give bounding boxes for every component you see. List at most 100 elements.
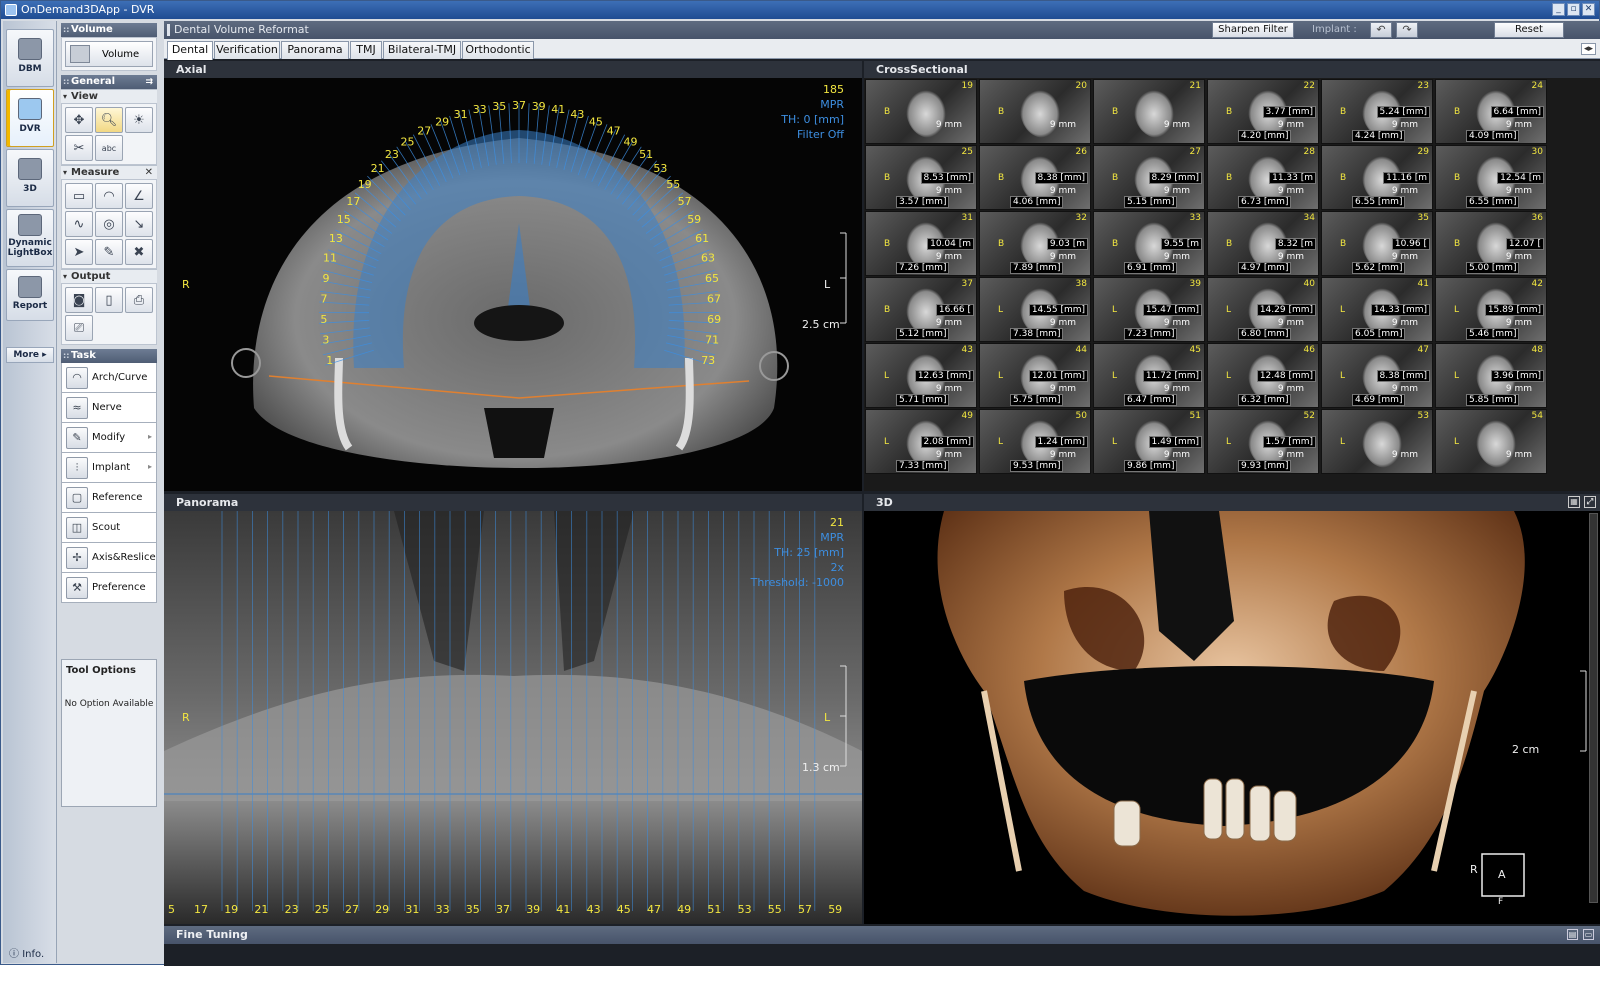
grid-layout-icon[interactable]: ▦ — [1568, 496, 1580, 508]
info-button[interactable]: ⓘ Info. — [9, 945, 44, 960]
panorama-image[interactable]: 5 17 19 21 23 25 27 29 31 33 35 37 39 41 43 45 47 49 51 53 5… — [164, 511, 862, 924]
layout-icon[interactable]: ◂▸ — [1580, 43, 1596, 55]
cross-section-cell[interactable]: 40 L 9 mm 14.29 [mm] 6.80 [mm] — [1207, 277, 1319, 342]
tab-panorama[interactable]: Panorama — [281, 41, 349, 59]
cross-section-cell[interactable]: 22 B 9 mm 3.77 [mm] 4.20 [mm] — [1207, 79, 1319, 144]
profile-icon[interactable]: ∿ — [65, 211, 93, 237]
cross-section-cell[interactable]: 49 L 9 mm 2.08 [mm] 7.33 [mm] — [865, 409, 977, 474]
axial-viewport[interactable]: Axial 1 3 5 7 9 11 13 15 17 19 21 23 25 … — [164, 61, 862, 491]
cross-section-cell[interactable]: 47 L 9 mm 8.38 [mm] 4.69 [mm] — [1321, 343, 1433, 408]
tab-orthodontic[interactable]: Orthodontic — [462, 41, 534, 59]
minimize-button[interactable]: _ — [1552, 3, 1565, 16]
printer-icon[interactable]: ⎚ — [65, 315, 93, 341]
arrow-annotation-icon[interactable]: ↘ — [125, 211, 153, 237]
cross-section-cell[interactable]: 19 B 9 mm — [865, 79, 977, 144]
cross-section-cell[interactable]: 50 L 9 mm 1.24 [mm] 9.53 [mm] — [979, 409, 1091, 474]
text-annotation-icon[interactable]: abc — [95, 135, 123, 161]
undo-button[interactable]: ↶ — [1370, 22, 1392, 38]
redo-button[interactable]: ↷ — [1396, 22, 1418, 38]
cross-section-cell[interactable]: 35 B 9 mm 10.96 [5.62 [mm] — [1321, 211, 1433, 276]
cross-section-cell[interactable]: 52 L 9 mm 1.57 [mm] 9.93 [mm] — [1207, 409, 1319, 474]
curve-ruler-icon[interactable]: ◠ — [95, 183, 123, 209]
cross-section-cell[interactable]: 30 B 9 mm 12.54 [m 6.55 [mm] — [1435, 145, 1547, 210]
ruler-icon[interactable]: ▭ — [65, 183, 93, 209]
cross-section-cell[interactable]: 45 L 9 mm 11.72 [mm] 6.47 [mm] — [1093, 343, 1205, 408]
select-icon[interactable]: ➤ — [65, 239, 93, 265]
task-nerve-button[interactable]: ≈ Nerve — [61, 393, 157, 423]
panorama-viewport[interactable]: Panorama 5 17 19 21 23 25 27 29 31 33 35 37 39 41 43 45… — [164, 494, 862, 924]
rail-dvr-button[interactable]: DVR — [6, 89, 54, 147]
sharpen-filter-button[interactable]: Sharpen Filter — [1212, 22, 1294, 38]
task-axis-reslice-button[interactable]: ✢ Axis&Reslice — [61, 543, 157, 573]
save-preset-icon[interactable]: ▤ — [1567, 929, 1578, 940]
collapse-icon[interactable]: ⇉ — [145, 75, 153, 89]
cross-section-cell[interactable]: 27 B 9 mm 8.29 [mm] 5.15 [mm] — [1093, 145, 1205, 210]
cross-section-cell[interactable]: 53 L 9 mm — [1321, 409, 1433, 474]
three-d-viewport[interactable]: 3D ▦ ⤢ 2 cm R A F — [864, 494, 1600, 924]
cross-section-cell[interactable]: 20 B 9 mm — [979, 79, 1091, 144]
measure-settings-icon[interactable]: ✕ — [145, 166, 153, 179]
task-implant-button[interactable]: ⫶ Implant ▸ — [61, 453, 157, 483]
export-icon[interactable]: ⎙ — [125, 287, 153, 313]
task-scout-button[interactable]: ◫ Scout — [61, 513, 157, 543]
maximize-view-icon[interactable]: ⤢ — [1584, 496, 1596, 508]
task-modify-button[interactable]: ✎ Modify ▸ — [61, 423, 157, 453]
tab-dental[interactable]: Dental — [167, 41, 213, 60]
delete-icon[interactable]: ✖ — [125, 239, 153, 265]
cross-section-cell[interactable]: 46 L 9 mm 12.48 [mm] 6.32 [mm] — [1207, 343, 1319, 408]
cross-section-cell[interactable]: 29 B 9 mm 11.16 [m 6.55 [mm] — [1321, 145, 1433, 210]
scissors-icon[interactable]: ✂ — [65, 135, 93, 161]
cross-section-cell[interactable]: 44 L 9 mm 12.01 [mm] 5.75 [mm] — [979, 343, 1091, 408]
axial-image[interactable]: 1 3 5 7 9 11 13 15 17 19 21 23 25 27 29 31 33 35 37 39 41 43 4… — [164, 78, 862, 491]
cross-section-cell[interactable]: 42 L 9 mm 15.89 [mm] 5.46 [mm] — [1435, 277, 1547, 342]
cross-section-cell[interactable]: 41 L 9 mm 14.33 [mm] 6.05 [mm] — [1321, 277, 1433, 342]
crosssectional-grid[interactable]: 19 B 9 mm 20 B 9 mm 21 B 9 mm 22 B 9 mm 3.77 [mm] 4.2… — [864, 78, 1600, 491]
camera-icon[interactable]: ◙ — [65, 287, 93, 313]
cross-section-cell[interactable]: 33 B 9 mm 9.55 [m 6.91 [mm] — [1093, 211, 1205, 276]
cross-section-cell[interactable]: 43 L 9 mm 12.63 [mm] 5.71 [mm] — [865, 343, 977, 408]
open-preset-icon[interactable]: ▭ — [1583, 929, 1594, 940]
tab-verification[interactable]: Verification — [214, 41, 280, 59]
cross-section-cell[interactable]: 32 B 9 mm 9.03 [m 7.89 [mm] — [979, 211, 1091, 276]
cross-section-cell[interactable]: 36 B 9 mm 12.07 [5.00 [mm] — [1435, 211, 1547, 276]
cross-section-cell[interactable]: 24 B 9 mm 6.64 [mm] 4.09 [mm] — [1435, 79, 1547, 144]
rail-report-button[interactable]: Report — [6, 269, 54, 321]
angle-icon[interactable]: ∠ — [125, 183, 153, 209]
cross-section-cell[interactable]: 34 B 9 mm 8.32 [m 4.97 [mm] — [1207, 211, 1319, 276]
eraser-icon[interactable]: ✎ — [95, 239, 123, 265]
fine-tuning-bar[interactable]: Fine Tuning ▤ ▭ — [164, 926, 1600, 944]
cross-section-cell[interactable]: 21 B 9 mm — [1093, 79, 1205, 144]
brightness-icon[interactable]: ☀ — [125, 107, 153, 133]
roi-icon[interactable]: ◎ — [95, 211, 123, 237]
task-arch-curve-button[interactable]: ◠ Arch/Curve — [61, 363, 157, 393]
pan-icon[interactable]: ✥ — [65, 107, 93, 133]
cross-section-cell[interactable]: 31 B 9 mm 10.04 [m 7.26 [mm] — [865, 211, 977, 276]
cross-section-cell[interactable]: 51 L 9 mm 1.49 [mm] 9.86 [mm] — [1093, 409, 1205, 474]
tab-tmj[interactable]: TMJ — [350, 41, 382, 59]
volume-button[interactable]: Volume — [65, 41, 153, 67]
close-button[interactable]: ✕ — [1582, 3, 1595, 16]
cross-section-cell[interactable]: 23 B 9 mm 5.24 [mm] 4.24 [mm] — [1321, 79, 1433, 144]
task-preference-button[interactable]: ⚒ Preference — [61, 573, 157, 603]
cross-section-cell[interactable]: 39 L 9 mm 15.47 [mm] 7.23 [mm] — [1093, 277, 1205, 342]
cross-section-cell[interactable]: 38 L 9 mm 14.55 [mm] 7.38 [mm] — [979, 277, 1091, 342]
reset-button[interactable]: Reset — [1494, 22, 1564, 38]
rail-dbm-button[interactable]: DBM — [6, 29, 54, 87]
copy-icon[interactable]: ▯ — [95, 287, 123, 313]
cross-section-cell[interactable]: 48 L 9 mm 3.96 [mm] 5.85 [mm] — [1435, 343, 1547, 408]
task-reference-button[interactable]: ▢ Reference — [61, 483, 157, 513]
cross-section-cell[interactable]: 25 B 9 mm 8.53 [mm] 3.57 [mm] — [865, 145, 977, 210]
cross-section-cell[interactable]: 28 B 9 mm 11.33 [m 6.73 [mm] — [1207, 145, 1319, 210]
cross-section-cell[interactable]: 26 B 9 mm 8.38 [mm] 4.06 [mm] — [979, 145, 1091, 210]
zoom-icon[interactable]: 🔍︎ — [95, 107, 123, 133]
crosssectional-viewport[interactable]: CrossSectional 19 B 9 mm 20 B 9 mm 21 B 9 mm 22 B 9… — [864, 61, 1600, 491]
cross-section-cell[interactable]: 54 L 9 mm — [1435, 409, 1547, 474]
three-d-scrollbar[interactable] — [1589, 513, 1598, 903]
rail-lightbox-button[interactable]: Dynamic LightBox — [6, 209, 54, 267]
more-button[interactable]: More ▸ — [6, 347, 54, 363]
cross-section-cell[interactable]: 37 B 9 mm 16.66 [5.12 [mm] — [865, 277, 977, 342]
tab-bilateral-tmj[interactable]: Bilateral-TMJ — [383, 41, 461, 59]
three-d-render[interactable]: 2 cm R A F — [864, 511, 1600, 924]
rail-3d-button[interactable]: 3D — [6, 149, 54, 207]
maximize-button[interactable]: ▫ — [1567, 3, 1580, 16]
